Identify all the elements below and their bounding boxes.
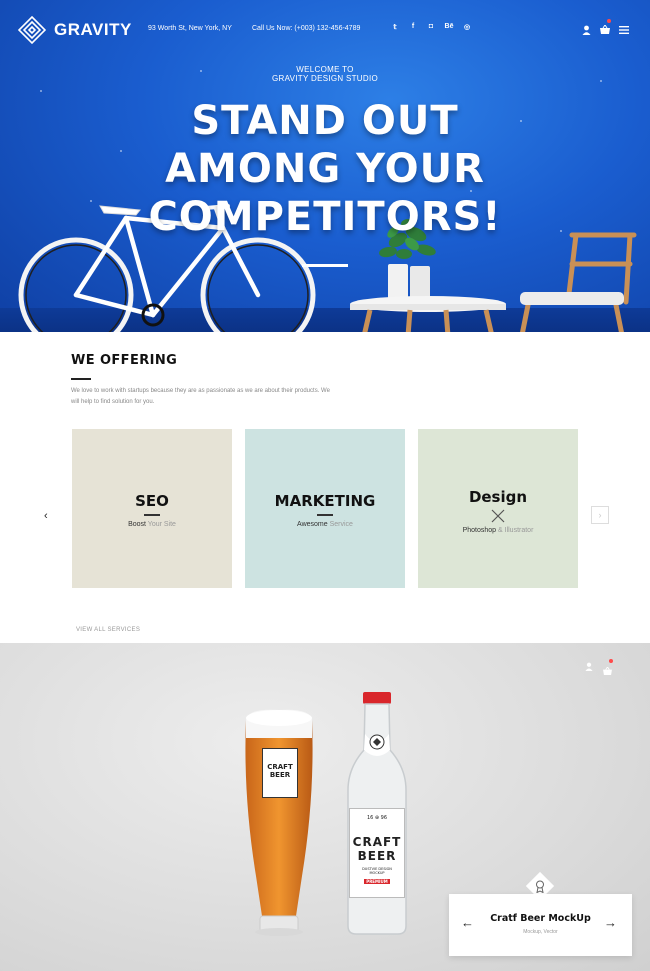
bottle-badge: 16 ⊕ 96 xyxy=(366,815,388,821)
cart-badge-dot xyxy=(609,659,613,663)
service-card-seo[interactable]: SEO Boost Your Site xyxy=(72,429,232,588)
welcome-line-2: GRAVITY DESIGN STUDIO xyxy=(271,74,379,83)
chair-image xyxy=(520,232,637,332)
service-card-marketing[interactable]: MARKETING Awesome Service xyxy=(245,429,405,588)
header-address: 93 Worth St, New York, NY xyxy=(148,25,232,32)
card-rule xyxy=(317,514,333,516)
hero-divider xyxy=(302,264,348,267)
close-cross-icon[interactable] xyxy=(491,509,505,523)
card-subtitle: Photoshop & Illustrator xyxy=(462,527,534,534)
dribbble-icon[interactable]: ◎ xyxy=(462,23,472,31)
table-image xyxy=(350,296,506,332)
facebook-icon[interactable]: f xyxy=(408,23,418,31)
cart-button[interactable] xyxy=(600,19,611,39)
top-bar: GRAVITY 93 Worth St, New York, NY Call U… xyxy=(0,0,650,58)
card-subtitle: Boost Your Site xyxy=(128,521,176,528)
offering-description: We love to work with startups because th… xyxy=(71,388,330,405)
card-title: Design xyxy=(468,488,528,506)
service-card-design[interactable]: Design Photoshop & Illustrator xyxy=(418,429,578,588)
card-title: SEO xyxy=(135,492,169,510)
brand-name: GRAVITY xyxy=(54,20,132,39)
cart-button[interactable] xyxy=(603,659,613,680)
cart-badge-dot xyxy=(607,19,611,23)
offering-title-rule xyxy=(71,378,91,380)
instagram-icon[interactable]: ◘ xyxy=(426,23,436,31)
hamburger-menu-icon[interactable] xyxy=(619,26,629,34)
diamond-logo-icon xyxy=(18,16,46,44)
card-subtitle: Awesome Service xyxy=(297,521,353,528)
offering-title: WE OFFERING xyxy=(71,353,178,368)
view-all-services-link[interactable]: VIEW ALL SERVICES xyxy=(76,627,140,633)
bottle-label-tag: PREMIUM xyxy=(364,879,390,884)
behance-icon[interactable]: Bē xyxy=(444,23,454,31)
bottle-label-small: DUSTVIE DESIGN MOCKUP xyxy=(362,867,392,875)
award-ribbon-icon xyxy=(536,880,544,893)
header-tools xyxy=(582,19,629,39)
headline-line-3: COMPETITORS! xyxy=(148,194,502,240)
headline-line-2: AMONG YOUR xyxy=(165,146,485,192)
basket-icon xyxy=(600,24,610,34)
hero-section: GRAVITY 93 Worth St, New York, NY Call U… xyxy=(0,0,650,332)
beer-glass-image xyxy=(245,709,313,936)
bottle-label-line-2: BEER xyxy=(357,849,397,863)
headline-line-1: STAND OUT xyxy=(191,98,459,144)
user-icon[interactable] xyxy=(585,662,593,671)
card-rule xyxy=(144,514,160,516)
carousel-next-button[interactable]: › xyxy=(591,506,609,524)
twitter-icon[interactable]: 𝕥 xyxy=(390,23,400,31)
next-arrow-icon[interactable]: → xyxy=(604,915,617,930)
brand-logo[interactable]: GRAVITY xyxy=(18,16,132,44)
page: GRAVITY 93 Worth St, New York, NY Call U… xyxy=(0,0,650,971)
social-links: 𝕥 f ◘ Bē ◎ xyxy=(390,23,472,31)
header-phone[interactable]: Call Us Now: (+003) 132-456-4789 xyxy=(252,25,360,32)
bottle-label-line-1: CRAFT xyxy=(352,835,402,849)
user-icon[interactable] xyxy=(582,25,591,35)
carousel-prev-button[interactable]: ‹ xyxy=(44,510,48,522)
glass-label: CRAFT BEER xyxy=(262,748,298,798)
product-tools xyxy=(585,659,613,680)
basket-icon xyxy=(603,666,612,675)
bottle-label: 16 ⊕ 96 CRAFT BEER DUSTVIE DESIGN MOCKUP… xyxy=(349,808,405,898)
card-title: MARKETING xyxy=(274,492,376,510)
